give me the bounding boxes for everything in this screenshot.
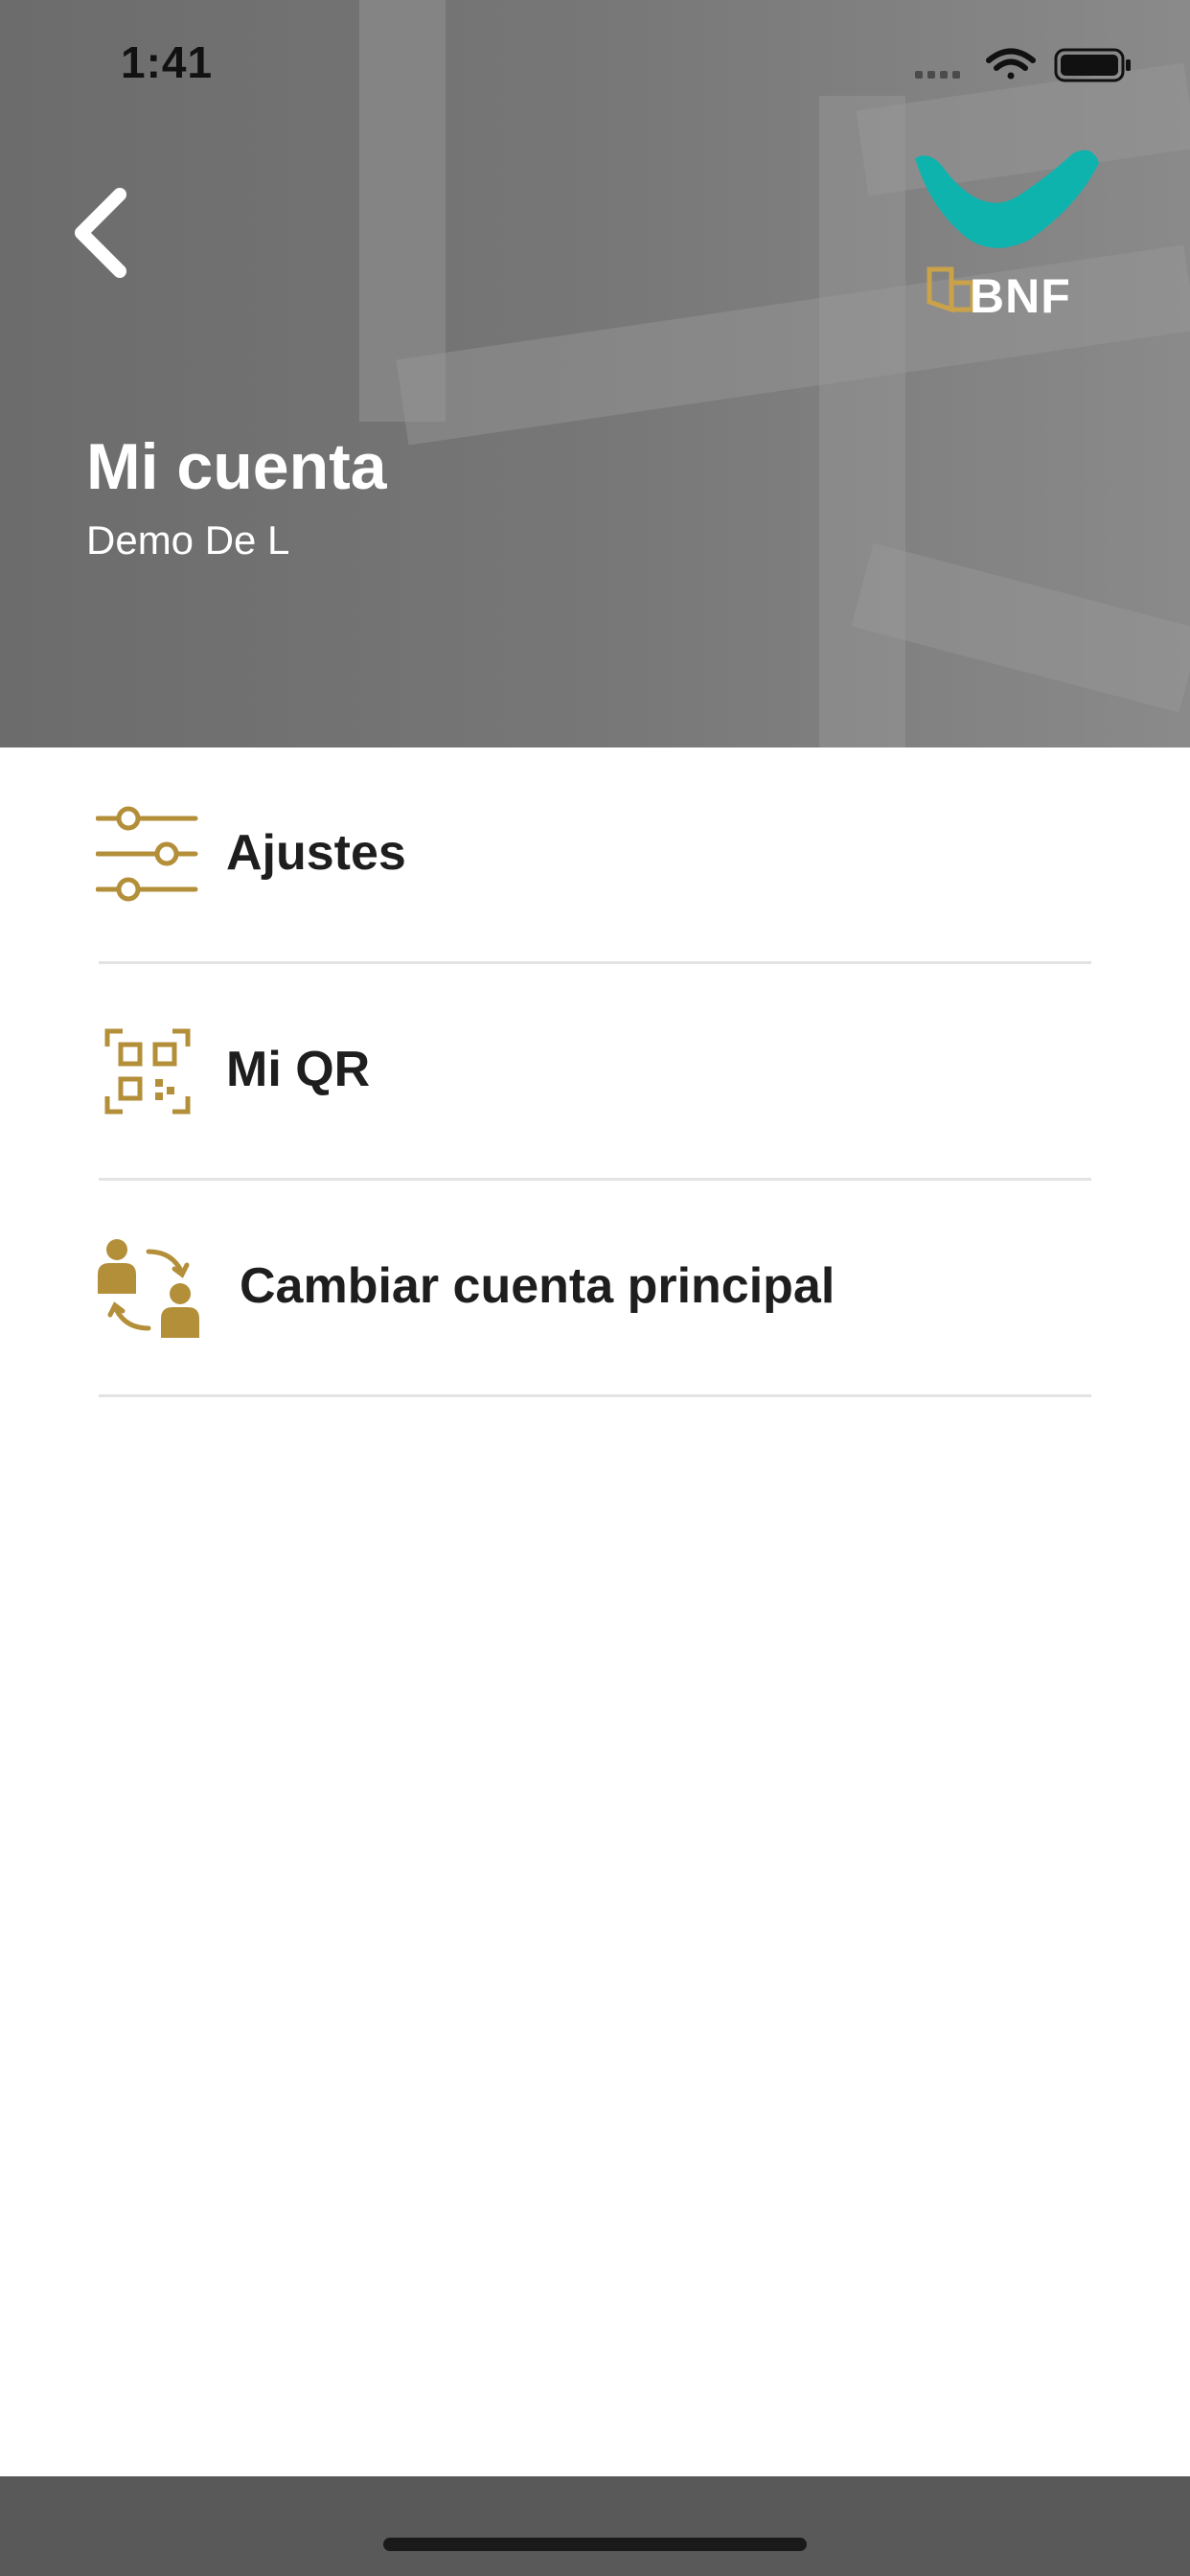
menu-item-cambiar-cuenta[interactable]: Cambiar cuenta principal [0, 1181, 1190, 1397]
menu-item-label: Cambiar cuenta principal [240, 1258, 835, 1314]
page-title: Mi cuenta [86, 430, 387, 503]
back-button[interactable] [57, 180, 144, 286]
menu-item-ajustes[interactable]: Ajustes [0, 748, 1190, 964]
divider [99, 1394, 1091, 1397]
home-indicator[interactable] [383, 2538, 807, 2551]
battery-icon [1054, 48, 1131, 82]
account-menu: Ajustes Mi QR Cambiar cuenta principal [0, 748, 1190, 1397]
status-bar: 1:41 [0, 0, 1190, 134]
qr-code-icon [104, 1028, 191, 1115]
bottom-bar [0, 2476, 1190, 2576]
menu-item-label: Mi QR [226, 1042, 371, 1097]
status-time: 1:41 [121, 37, 214, 87]
menu-item-label: Ajustes [226, 825, 406, 881]
status-icons [915, 48, 1131, 82]
page-subtitle: Demo De L [86, 518, 290, 563]
logo-gold-boxes-icon [927, 266, 975, 313]
header: 1:41 BNF Mi cuenta Demo De L [0, 0, 1190, 748]
signal-dots-icon [915, 71, 960, 79]
switch-account-icon [98, 1239, 199, 1338]
wifi-icon [986, 48, 1036, 80]
menu-item-mi-qr[interactable]: Mi QR [0, 964, 1190, 1181]
chevron-left-icon [75, 188, 126, 278]
sliders-icon [96, 806, 198, 902]
logo-wave-icon [915, 150, 1099, 248]
logo-text: BNF [970, 269, 1071, 323]
